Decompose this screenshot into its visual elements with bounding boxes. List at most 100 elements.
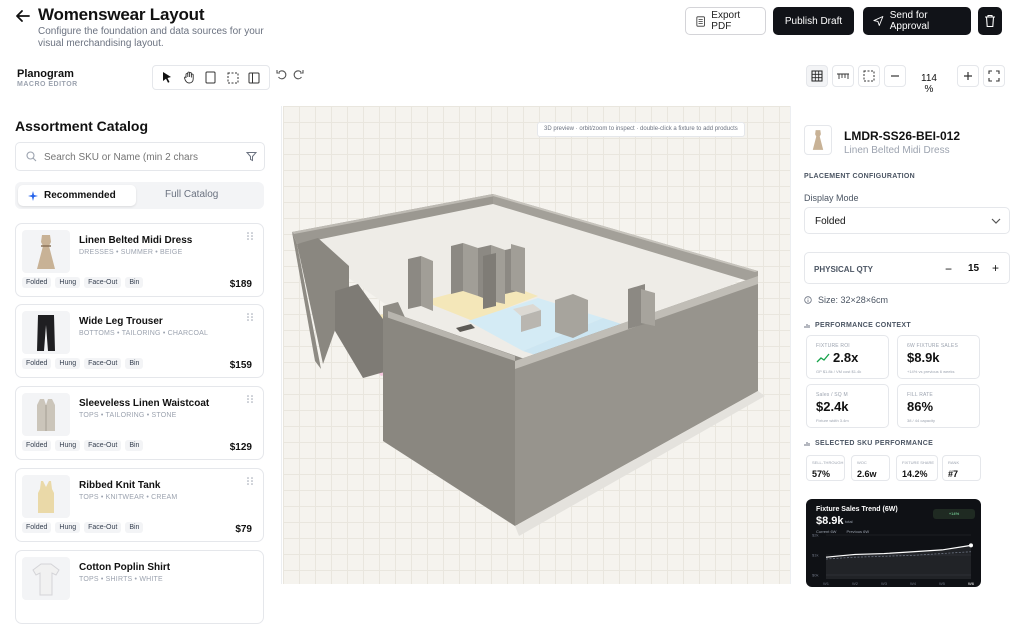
tag-face-out[interactable]: Face-Out — [84, 522, 122, 533]
store-3d-model[interactable] — [283, 106, 790, 584]
export-pdf-button[interactable]: Export PDF — [685, 7, 766, 35]
panel-tool[interactable] — [246, 70, 262, 86]
search-input[interactable] — [44, 149, 239, 165]
metric-value: $2.4k — [816, 399, 849, 414]
product-price: $159 — [229, 360, 252, 371]
select-tool[interactable] — [160, 70, 176, 86]
display-tags: Folded Hung Face-Out Bin — [22, 358, 144, 369]
product-thumbnail — [22, 230, 70, 273]
filter-icon[interactable] — [246, 151, 257, 162]
catalog-item[interactable]: Cotton Poplin Shirt TOPS • SHIRTS • WHIT… — [15, 550, 264, 624]
catalog-item[interactable]: Sleeveless Linen Waistcoat TOPS • TAILOR… — [15, 386, 264, 460]
drag-handle-icon[interactable] — [247, 313, 253, 321]
editor-brand: Planogram MACRO EDITOR — [17, 68, 78, 88]
publish-draft-button[interactable]: Publish Draft — [773, 7, 854, 35]
metric-label: 6W FIXTURE SALES — [907, 343, 958, 349]
tag-bin[interactable]: Bin — [125, 522, 144, 533]
grid-icon — [811, 70, 823, 82]
tab-recommended[interactable]: Recommended — [18, 185, 136, 206]
trend-up-icon — [816, 353, 830, 363]
tag-folded[interactable]: Folded — [22, 440, 52, 451]
assortment-catalog-panel: Assortment Catalog Recommended Full Cata… — [0, 106, 282, 624]
redo-icon[interactable] — [292, 68, 304, 80]
catalog-item[interactable]: Wide Leg Trouser BOTTOMS • TAILORING • C… — [15, 304, 264, 378]
bar-chart-icon — [804, 442, 810, 446]
tank-top-icon — [38, 480, 54, 513]
back-arrow-icon[interactable] — [14, 7, 32, 25]
zoom-out-button[interactable] — [884, 65, 906, 87]
product-meta: TOPS • SHIRTS • WHITE — [79, 576, 163, 583]
trend-chart: $2k$1k$0kW1 W2 W3 W4 W5 W6 — [812, 533, 975, 587]
tag-folded[interactable]: Folded — [22, 358, 52, 369]
product-meta: BOTTOMS • TAILORING • CHARCOAL — [79, 330, 209, 337]
metric-value: 86% — [907, 399, 934, 414]
product-thumbnail — [22, 557, 70, 600]
metric-label: FIXTURE ROI — [816, 343, 850, 349]
bounds-toggle[interactable] — [858, 65, 880, 87]
catalog-item[interactable]: Ribbed Knit Tank TOPS • KNITWEAR • CREAM… — [15, 468, 264, 542]
drag-handle-icon[interactable] — [247, 477, 253, 485]
sku-name: Linen Belted Midi Dress — [844, 145, 950, 156]
hand-icon — [183, 71, 194, 84]
display-mode-select[interactable]: Folded — [804, 207, 1010, 234]
delete-button[interactable] — [978, 7, 1002, 35]
ruler-icon — [837, 73, 849, 79]
drag-handle-icon[interactable] — [247, 395, 253, 403]
trend-area — [826, 545, 971, 579]
product-name: Ribbed Knit Tank — [79, 480, 161, 491]
size-text: Size: 32×28×6cm — [818, 295, 889, 305]
drag-handle-icon[interactable] — [247, 232, 253, 240]
tag-face-out[interactable]: Face-Out — [84, 440, 122, 451]
tag-hung[interactable]: Hung — [55, 358, 81, 369]
tag-face-out[interactable]: Face-Out — [84, 358, 122, 369]
pan-tool[interactable] — [181, 70, 197, 86]
qty-decrement-button[interactable]: − — [945, 262, 952, 276]
display-mode-label: Display Mode — [804, 193, 859, 203]
app-header: Womenswear Layout Configure the foundati… — [0, 0, 1024, 54]
metric-value: 2.8x — [833, 350, 859, 365]
tag-face-out[interactable]: Face-Out — [84, 277, 122, 288]
undo-icon[interactable] — [276, 68, 288, 80]
tool-group — [152, 65, 270, 90]
tag-hung[interactable]: Hung — [55, 522, 81, 533]
qty-value[interactable]: 15 — [968, 263, 979, 274]
tag-folded[interactable]: Folded — [22, 522, 52, 533]
tag-bin[interactable]: Bin — [125, 358, 144, 369]
metric-fill-rate: FILL RATE 86% 38 / 44 capacity — [897, 384, 980, 428]
performance-context-heading: PERFORMANCE CONTEXT — [804, 322, 911, 329]
3d-canvas[interactable]: 3D preview · orbit/zoom to inspect · dou… — [283, 106, 790, 584]
tag-bin[interactable]: Bin — [125, 440, 144, 451]
qty-increment-button[interactable]: + — [992, 261, 999, 275]
mini-metric-label: FIXTURE SHARE — [902, 460, 935, 465]
cursor-icon — [163, 72, 172, 83]
expand-icon — [988, 70, 1000, 82]
document-icon — [696, 15, 705, 27]
catalog-title: Assortment Catalog — [15, 118, 149, 134]
tag-bin[interactable]: Bin — [125, 277, 144, 288]
catalog-item[interactable]: Linen Belted Midi Dress DRESSES • SUMMER… — [15, 223, 264, 297]
zoom-in-button[interactable] — [957, 65, 979, 87]
marquee-tool[interactable] — [225, 70, 241, 86]
tag-hung[interactable]: Hung — [55, 440, 81, 451]
send-for-approval-button[interactable]: Send for Approval — [863, 7, 971, 35]
mini-metric-label: SELL-THROUGH — [812, 460, 844, 465]
ruler-toggle[interactable] — [832, 65, 854, 87]
product-price: $79 — [235, 524, 252, 535]
rectangle-tool[interactable] — [203, 70, 219, 86]
tag-hung[interactable]: Hung — [55, 277, 81, 288]
metric-sub: 38 / 44 capacity — [907, 418, 936, 423]
product-price: $189 — [229, 279, 252, 290]
page-subtitle: Configure the foundation and data source… — [38, 26, 264, 49]
mini-metric-label: RANK — [948, 460, 960, 465]
tag-folded[interactable]: Folded — [22, 277, 52, 288]
fullscreen-button[interactable] — [983, 65, 1005, 87]
tab-full-catalog[interactable]: Full Catalog — [165, 189, 218, 200]
qty-label: PHYSICAL QTY — [814, 265, 873, 274]
history-controls — [276, 68, 304, 80]
sparkle-icon — [28, 190, 38, 201]
performance-context-label: PERFORMANCE CONTEXT — [815, 322, 911, 329]
grid-toggle[interactable] — [806, 65, 828, 87]
product-name: Cotton Poplin Shirt — [79, 562, 171, 573]
trend-ytick: $0k — [812, 573, 818, 578]
search-box — [15, 142, 265, 171]
